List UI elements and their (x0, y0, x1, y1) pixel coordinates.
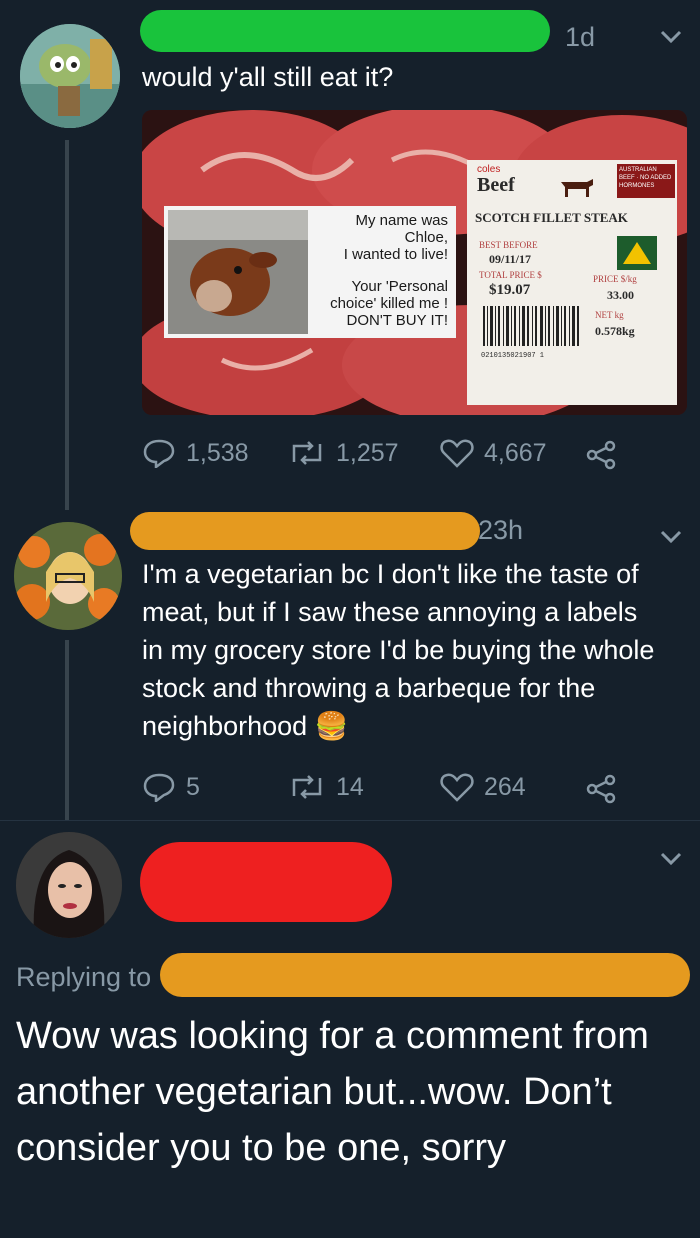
avatar[interactable] (20, 24, 120, 128)
reply-button[interactable]: 1,538 (142, 438, 249, 468)
price-per-kg: 33.00 (607, 288, 634, 302)
tweet-text-body: I'm a vegetarian bc I don't like the tas… (142, 559, 655, 741)
thread-line (65, 640, 69, 820)
retweet-button[interactable]: 1,257 (288, 438, 399, 468)
tweet-text: would y'all still eat it? (142, 62, 394, 92)
share-button[interactable] (585, 774, 627, 804)
barcode-icon (483, 306, 579, 346)
net-weight: 0.578kg (595, 324, 635, 338)
reply-icon (143, 773, 175, 802)
share-icon (586, 774, 616, 804)
retweet-icon (292, 775, 322, 799)
total-price: $19.07 (489, 282, 531, 298)
like-button[interactable]: 4,667 (440, 438, 547, 468)
redacted-username (140, 842, 392, 922)
best-before-date: 09/11/17 (489, 252, 532, 266)
cow-icon (561, 179, 593, 197)
reply-count: 5 (186, 772, 200, 801)
cow-photo (168, 210, 308, 334)
reply-count: 1,538 (186, 438, 249, 467)
hamburger-emoji-icon: 🍔 (314, 711, 349, 741)
share-icon (586, 440, 616, 470)
price-per-kg-label: PRICE $/kg (593, 274, 637, 284)
avatar[interactable] (14, 522, 122, 630)
redacted-username (130, 512, 480, 550)
retweet-count: 14 (336, 772, 364, 801)
price-label: coles Beef AUSTRALIAN BEEF · NO ADDED HO… (467, 160, 677, 405)
share-button[interactable] (585, 440, 627, 470)
tweet-text: Wow was looking for a comment from anoth… (16, 1015, 649, 1169)
avatar[interactable] (16, 832, 122, 938)
product-word: Beef (477, 174, 515, 196)
chevron-down-icon[interactable] (660, 852, 682, 871)
heart-icon (440, 773, 474, 802)
reply-button[interactable]: 5 (142, 772, 200, 802)
like-count: 4,667 (484, 438, 547, 467)
replying-to-label: Replying to (16, 962, 152, 992)
tweet-timestamp[interactable]: 1d (565, 22, 595, 53)
divider (0, 820, 700, 821)
protest-sticker: My name was Chloe, I wanted to live! You… (164, 206, 456, 338)
like-button[interactable]: 264 (440, 772, 526, 802)
tweet-photo[interactable]: My name was Chloe, I wanted to live! You… (142, 110, 687, 415)
tweet-text: I'm a vegetarian bc I don't like the tas… (142, 555, 662, 745)
retweet-icon (292, 441, 322, 465)
product-name: SCOTCH FILLET STEAK (475, 210, 628, 225)
best-before-label: BEST BEFORE (479, 240, 538, 250)
chevron-down-icon[interactable] (660, 530, 682, 549)
heart-icon (440, 439, 474, 468)
retweet-count: 1,257 (336, 438, 399, 467)
barcode-digits: 0210135021907 1 (481, 352, 545, 360)
like-count: 264 (484, 772, 526, 801)
australian-made-logo-icon (617, 236, 657, 270)
chevron-down-icon[interactable] (660, 30, 682, 49)
sticker-top-text: My name was Chloe, I wanted to live! (343, 212, 448, 263)
thread-line (65, 140, 69, 510)
redacted-username (140, 10, 550, 52)
net-weight-label: NET kg (595, 310, 624, 320)
reply-icon (143, 439, 175, 468)
sticker-bottom-text: Your 'Personal choice' killed me ! DON'T… (330, 278, 448, 329)
retweet-button[interactable]: 14 (288, 772, 364, 802)
redacted-mention[interactable] (160, 953, 690, 997)
tweet-timestamp[interactable]: 23h (478, 515, 523, 546)
beef-badge: AUSTRALIAN BEEF · NO ADDED HORMONES (617, 164, 675, 198)
total-price-label: TOTAL PRICE $ (479, 270, 542, 280)
